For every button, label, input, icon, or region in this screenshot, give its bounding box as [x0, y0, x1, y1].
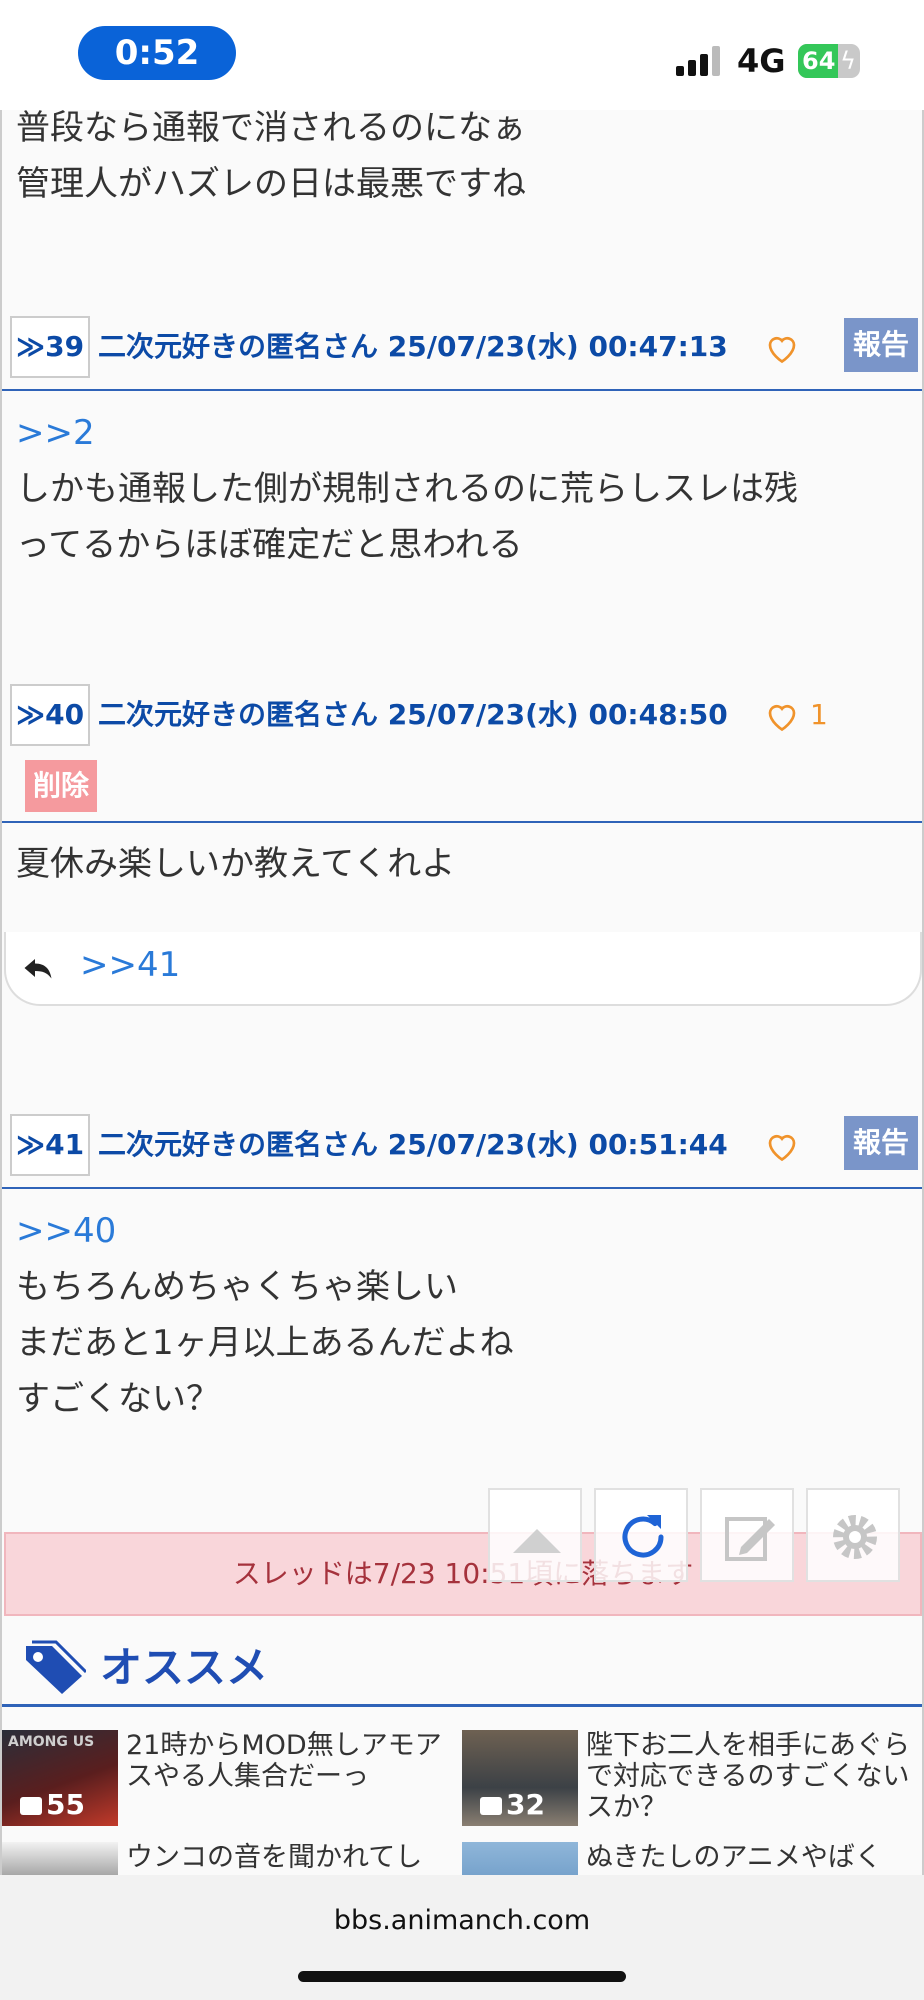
like-heart-icon[interactable]	[764, 1128, 800, 1164]
post-date: 25/07/23(水) 00:51:44	[387, 1128, 728, 1161]
charging-bolt-icon: ϟ	[840, 47, 856, 75]
gear-icon	[833, 1515, 877, 1559]
thumbnail-text: AMONG US	[8, 1734, 95, 1750]
body-line: 夏休み楽しいか教えてくれよ	[16, 844, 456, 884]
body-line: もちろんめちゃくちゃ楽しい	[16, 1267, 458, 1307]
settings-button[interactable]	[806, 1488, 900, 1582]
reload-button[interactable]	[594, 1488, 688, 1582]
browser-bottom-bar: bbs.animanch.com	[0, 1875, 924, 2000]
like-heart-icon[interactable]	[764, 698, 800, 734]
home-indicator[interactable]	[298, 1971, 626, 1982]
author-name: 二次元好きの匿名さん	[98, 1128, 379, 1161]
recommend-thumbnail: AMONG US 55	[2, 1730, 118, 1826]
reply-arrow-icon	[24, 959, 52, 979]
network-type: 4G	[737, 42, 786, 80]
post-header: ≫40 二次元好きの匿名さん 25/07/23(水) 00:48:50 1	[2, 684, 922, 754]
like-count: 1	[810, 698, 828, 731]
post-header: ≫41 二次元好きの匿名さん 25/07/23(水) 00:51:44 報告	[2, 1114, 922, 1184]
body-line: 管理人がハズレの日は最悪ですね	[16, 164, 526, 204]
body-line: すごくない？	[16, 1379, 220, 1419]
scroll-top-button[interactable]	[488, 1488, 582, 1582]
status-time: 0:52	[78, 26, 236, 80]
comment-bubble-icon	[20, 1797, 42, 1815]
battery-level: 64	[802, 47, 836, 75]
anchor-link[interactable]: >>40	[16, 1203, 514, 1259]
delete-button[interactable]: 削除	[25, 760, 97, 812]
post-meta: 二次元好きの匿名さん 25/07/23(水) 00:51:44	[98, 1114, 728, 1176]
reload-icon	[622, 1515, 664, 1558]
recommend-item[interactable]: AMONG US 55 21時からMOD無しアモアスやる人集合だーっ	[2, 1730, 462, 1826]
author-name: 二次元好きの匿名さん	[98, 698, 379, 731]
comment-count-badge: 55	[20, 1790, 85, 1820]
post-divider	[2, 821, 922, 823]
status-bar: 0:52 4G 64 ϟ	[0, 0, 924, 110]
post-header: ≫39 二次元好きの匿名さん 25/07/23(水) 00:47:13 報告	[2, 316, 922, 386]
body-line: ってるからほぼ確定だと思われる	[16, 525, 523, 565]
post-body: 夏休み楽しいか教えてくれよ	[16, 836, 455, 892]
comment-count-badge: 32	[480, 1790, 545, 1820]
recommend-divider	[2, 1704, 922, 1707]
post-date: 25/07/23(水) 00:48:50	[387, 698, 728, 731]
recommend-title-text: ぬきたしのアニメやばく	[586, 1842, 882, 1873]
recommend-item[interactable]: 32 陛下お二人を相手にあぐらで対応できるのすごくないスか？	[462, 1730, 922, 1826]
report-button[interactable]: 報告	[844, 318, 918, 372]
recommend-thumbnail	[462, 1842, 578, 1875]
write-button[interactable]	[700, 1488, 794, 1582]
recommend-item[interactable]: ぬきたしのアニメやばく	[462, 1842, 922, 1875]
tag-icon	[26, 1640, 86, 1694]
comment-bubble-icon	[480, 1797, 502, 1815]
recommend-item[interactable]: ウンコの音を聞かれてし	[2, 1842, 462, 1875]
post-divider	[2, 1187, 922, 1189]
post-body: >>2 しかも通報した側が規制されるのに荒らしスレは残 ってるからほぼ確定だと思…	[16, 405, 798, 573]
body-line: 普段なら通報で消されるのになぁ	[16, 110, 526, 148]
post-number-button[interactable]: ≫41	[10, 1114, 90, 1176]
body-line: まだあと1ヶ月以上あるんだよね	[16, 1323, 514, 1363]
like-heart-icon[interactable]	[764, 330, 800, 366]
recommend-thumbnail: 32	[462, 1730, 578, 1826]
thread-content[interactable]: 普段なら通報で消されるのになぁ 管理人がハズレの日は最悪ですね ≫39 二次元好…	[0, 110, 924, 1875]
author-name: 二次元好きの匿名さん	[98, 330, 379, 363]
reply-link[interactable]: >>41	[80, 932, 180, 998]
report-button[interactable]: 報告	[844, 1116, 918, 1170]
anchor-link[interactable]: >>2	[16, 405, 798, 461]
post-body: 普段なら通報で消されるのになぁ 管理人がハズレの日は最悪ですね	[16, 110, 526, 212]
edit-icon	[725, 1517, 775, 1561]
post-meta: 二次元好きの匿名さん 25/07/23(水) 00:48:50	[98, 684, 728, 746]
comment-count: 32	[506, 1788, 545, 1821]
post-number-button[interactable]: ≫40	[10, 684, 90, 746]
reply-list[interactable]: >>41	[4, 932, 922, 1006]
post-date: 25/07/23(水) 00:47:13	[387, 330, 728, 363]
recommend-title-text: 21時からMOD無しアモアスやる人集合だーっ	[126, 1730, 442, 1792]
address-bar[interactable]: bbs.animanch.com	[0, 1905, 924, 1936]
recommend-title-text: 陛下お二人を相手にあぐらで対応できるのすごくないスか？	[586, 1730, 910, 1823]
comment-count: 55	[46, 1788, 85, 1821]
body-line: しかも通報した側が規制されるのに荒らしスレは残	[16, 469, 798, 509]
post-body: >>40 もちろんめちゃくちゃ楽しい まだあと1ヶ月以上あるんだよね すごくない…	[16, 1203, 514, 1427]
scroll-top-icon	[513, 1529, 561, 1553]
post-divider	[2, 389, 922, 391]
recommend-thumbnail	[2, 1842, 118, 1875]
recommend-title-text: ウンコの音を聞かれてし	[126, 1842, 423, 1873]
recommend-heading: オススメ	[100, 1643, 269, 1692]
cellular-signal-icon	[676, 46, 724, 76]
post-meta: 二次元好きの匿名さん 25/07/23(水) 00:47:13	[98, 316, 728, 378]
battery-icon: 64 ϟ	[798, 44, 860, 78]
post-number-button[interactable]: ≫39	[10, 316, 90, 378]
